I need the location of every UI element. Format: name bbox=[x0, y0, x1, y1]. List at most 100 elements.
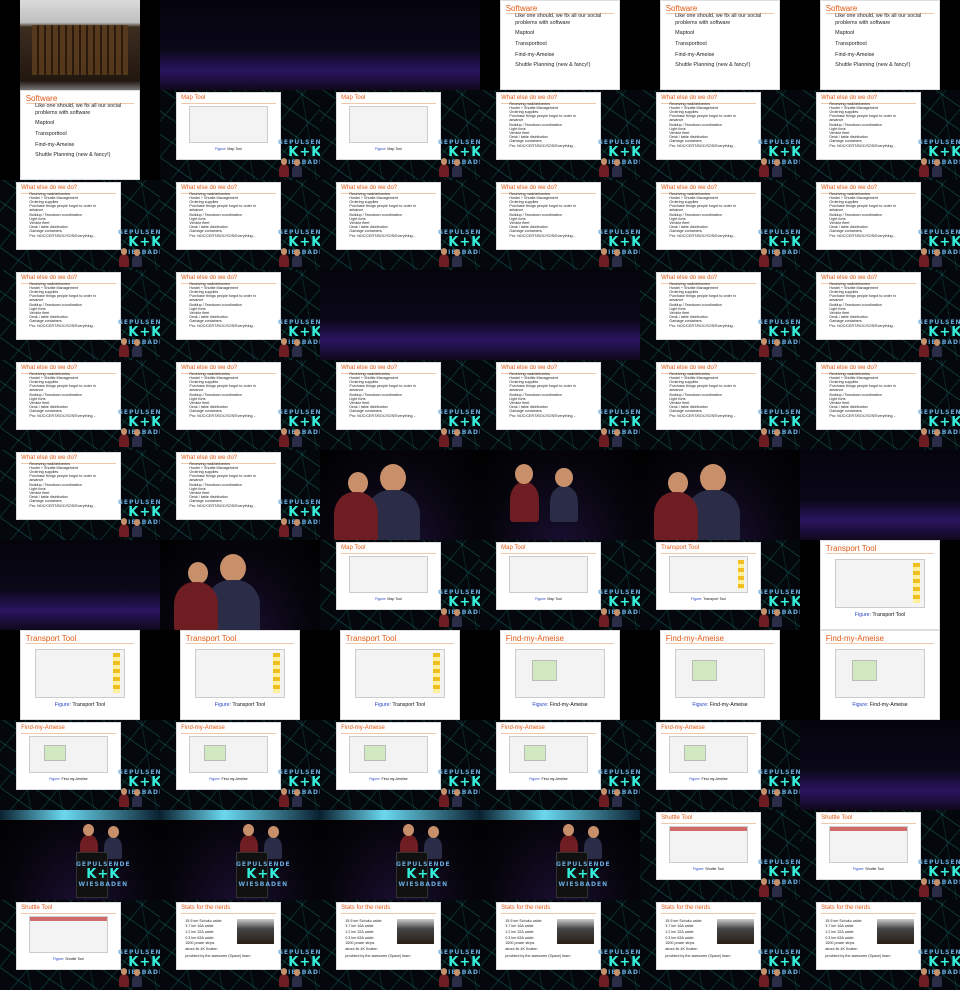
caption-label: Figure: bbox=[692, 702, 709, 709]
presentation-slide: What else do we do? Receiving mail/delive… bbox=[496, 92, 601, 160]
slide-text-line: Shuttle Planning (new & fancy!) bbox=[835, 62, 911, 69]
slide-body: Receiving mail/deliveries Hostel + Shuttl… bbox=[349, 192, 436, 238]
logo-main-text: K+K bbox=[246, 867, 281, 883]
figure-caption: Figure: Find-my-Ameise bbox=[661, 702, 779, 708]
title-underline bbox=[501, 733, 596, 734]
caption-text: Transport Tool bbox=[72, 702, 106, 709]
slide-title: Transport Tool bbox=[825, 543, 877, 553]
title-underline bbox=[341, 103, 436, 104]
video-frame-pip-whatelse: What else do we do? Receiving mail/delive… bbox=[160, 450, 320, 540]
slide-body: Receiving mail/deliveries Hostel + Shuttl… bbox=[829, 282, 916, 328]
title-underline bbox=[345, 643, 455, 644]
speaker-figure bbox=[452, 435, 462, 448]
speaker-head bbox=[120, 248, 127, 255]
title-underline bbox=[25, 643, 135, 644]
video-frame-pip-ameise: Find-my-Ameise Figure: Find-my-Ameise GEPU… bbox=[0, 720, 160, 810]
video-frame-stage-slide bbox=[320, 270, 480, 360]
caption-text: Transport Tool bbox=[392, 702, 426, 709]
speaker-figure bbox=[279, 344, 289, 358]
video-frame-podium: GEPULSENDE K+K WIESBADEN bbox=[0, 810, 160, 900]
stage-background bbox=[160, 0, 320, 90]
video-frame-slide-map: Map ToolFigure: Map ToolGEPULSENDEK+KWIE… bbox=[320, 90, 480, 180]
slide-title: Software bbox=[505, 3, 538, 13]
caption-label: Figure: bbox=[691, 597, 703, 602]
slide-photo bbox=[396, 918, 434, 944]
slide-text-line: Pro: NOC/CERT/BOC/SOS/Everything... bbox=[29, 413, 96, 418]
caption-label: Figure: bbox=[693, 867, 705, 872]
caption-text: Find-my-Ameise bbox=[541, 777, 568, 782]
speaker-figure bbox=[759, 434, 769, 448]
slide-text-line: Pro: NOC/CERT/BOC/SOS/Everything... bbox=[189, 413, 256, 418]
presentation-slide: What else do we do? Receiving mail/delive… bbox=[816, 362, 921, 430]
slide-body: Like one should, we fix all our social pr… bbox=[35, 103, 134, 158]
slide-body: Receiving mail/deliveries Hostel + Shuttl… bbox=[509, 192, 596, 238]
figure-caption: Figure: Transport Tool bbox=[181, 702, 299, 708]
title-underline bbox=[21, 913, 116, 914]
title-underline bbox=[825, 643, 935, 644]
logo-main-text: K+K bbox=[406, 867, 441, 883]
slide-text-line: Transporttool bbox=[675, 41, 707, 47]
speaker-figure bbox=[119, 524, 129, 538]
title-underline bbox=[341, 913, 436, 914]
slide-text-line: provided by the awesome (Space) team bbox=[345, 954, 411, 959]
slide-text-line: Transporttool bbox=[515, 41, 547, 47]
figure-caption: Figure: Shuttle Tool bbox=[817, 867, 920, 871]
video-frame-slide-software: Software Like one should, we fix all our … bbox=[640, 0, 800, 90]
speaker-figure bbox=[612, 975, 622, 988]
presentation-slide: Shuttle Tool Figure: Shuttle Tool bbox=[656, 812, 761, 880]
video-frame-pip-whatelse: What else do we do? Receiving mail/delive… bbox=[160, 180, 320, 270]
speaker-figure bbox=[919, 884, 929, 898]
caption-label: Figure: bbox=[214, 702, 231, 709]
speaker-figure bbox=[452, 975, 462, 988]
speaker-figure bbox=[919, 254, 929, 268]
caption-label: Figure: bbox=[853, 867, 865, 872]
speaker-head bbox=[454, 789, 460, 796]
speaker-figure bbox=[759, 254, 769, 268]
slide-title: Stats for the nerds bbox=[181, 904, 231, 911]
speaker-figure bbox=[132, 795, 142, 808]
presentation-slide: Find-my-Ameise Figure: Find-my-Ameise bbox=[500, 630, 620, 720]
speaker-figure bbox=[292, 435, 302, 448]
speaker-head bbox=[294, 429, 300, 436]
slide-photo bbox=[876, 918, 914, 944]
speaker-head bbox=[920, 968, 927, 975]
slide-body: 15.9 km Schuko cable 3.7 km 16A cable 1.2 … bbox=[825, 919, 873, 953]
video-frame-pip-map: Map ToolFigure: Map ToolGEPULSENDEK+KWIE… bbox=[320, 540, 480, 630]
figure-caption: Figure: Transport Tool bbox=[821, 612, 939, 618]
presentation-slide: Stats for the nerds 15.9 km Schuko cable 3… bbox=[656, 902, 761, 970]
slide-body: 15.9 km Schuko cable 3.7 km 16A cable 1.2 … bbox=[185, 919, 233, 953]
speaker-head bbox=[614, 969, 620, 976]
video-frame-pip-ameise: Find-my-Ameise Figure: Find-my-Ameise GEPU… bbox=[320, 720, 480, 810]
caption-text: Transport Tool bbox=[872, 612, 906, 619]
caption-label: Figure: bbox=[375, 597, 387, 602]
title-underline bbox=[341, 733, 436, 734]
ceiling-light bbox=[0, 810, 160, 820]
speaker-figure bbox=[612, 165, 622, 178]
slide-figure-image bbox=[669, 736, 748, 774]
figure-caption: Figure: Find-my-Ameise bbox=[501, 702, 619, 708]
video-frame-slide-ameise: Find-my-Ameise Figure: Find-my-Ameise bbox=[640, 630, 800, 720]
slide-title: What else do we do? bbox=[661, 274, 718, 281]
slide-title: Find-my-Ameise bbox=[825, 633, 884, 643]
slide-footer-text: provided by the awesome (Space) team bbox=[665, 954, 756, 958]
presentation-slide: Shuttle Tool Figure: Shuttle Tool bbox=[816, 812, 921, 880]
speaker-head bbox=[134, 969, 140, 976]
speaker-head bbox=[920, 878, 927, 885]
speaker-head bbox=[440, 968, 447, 975]
stage-background bbox=[0, 540, 160, 630]
slide-text-line: Pro: NOC/CERT/BOC/SOS/Everything... bbox=[829, 323, 896, 328]
slide-text-line: about 4k 4K Kosten bbox=[505, 946, 538, 951]
speaker-head bbox=[220, 554, 246, 582]
speaker-head bbox=[107, 826, 119, 839]
slide-title: What else do we do? bbox=[501, 94, 558, 101]
speaker-head bbox=[760, 968, 767, 975]
ceiling-light bbox=[160, 810, 320, 820]
slide-title: Shuttle Tool bbox=[21, 904, 53, 911]
speaker-figure bbox=[174, 582, 218, 630]
presentation-slide: Map Tool Figure: Map Tool bbox=[336, 92, 441, 160]
presentation-slide: What else do we do? Receiving mail/delive… bbox=[496, 362, 601, 430]
speaker-head bbox=[760, 428, 767, 435]
caption-text: Find-my-Ameise bbox=[549, 702, 588, 709]
slide-title: What else do we do? bbox=[181, 454, 238, 461]
slide-body: Receiving mail/deliveries Hostel + Shuttl… bbox=[189, 282, 276, 328]
